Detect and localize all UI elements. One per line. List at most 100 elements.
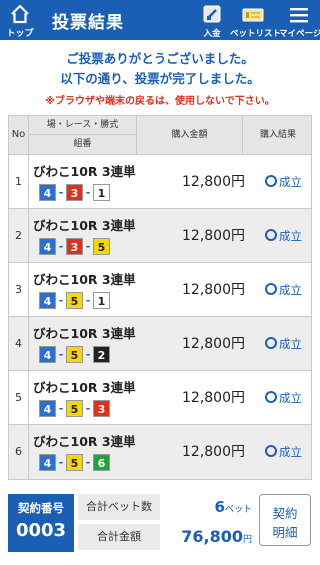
purchase-amount: 12,800円 [182,336,245,352]
header-no: No [9,116,29,154]
purchase-amount: 12,800円 [182,174,245,190]
result-text: 成立 [279,391,302,405]
table-row: 5 びわこ10R 3連単 4-5-3 12,800円 成立 [9,371,311,425]
boat-number-2: 5 [66,400,83,417]
bet-count-label: 合計ベット数 [78,494,160,520]
summary-totals: 合計ベット数 6ベット 合計金額 76,800円 [78,494,254,552]
deposit-icon [203,5,221,23]
boat-number-2: 5 [66,346,83,363]
race-label: びわこ10R 3連単 [33,164,136,179]
betlist-icon [242,8,264,22]
boat-number-1: 4 [39,454,56,471]
purchase-result: 成立 [265,317,302,371]
race-label: びわこ10R 3連単 [33,218,136,233]
row-number: 4 [9,317,29,371]
header-race: 場・レース・勝式 [29,116,136,135]
success-circle-icon [265,337,277,349]
warning-message: ※ブラウザや端末の戻るは、使用しないで下さい。 [45,96,275,107]
top-label: トップ [6,29,34,39]
home-icon [11,4,29,24]
row-number: 2 [9,209,29,263]
header-combo: 組番 [73,139,92,149]
purchase-amount: 12,800円 [182,444,245,460]
mypage-button[interactable]: マイページ [279,2,320,39]
success-circle-icon [265,175,277,187]
table-row: 2 びわこ10R 3連単 4-3-5 12,800円 成立 [9,209,311,263]
combo-separator: - [58,456,64,469]
combo-separator: - [58,348,64,361]
combo-separator: - [85,294,91,307]
purchase-amount: 12,800円 [182,228,245,244]
boat-number-2: 5 [66,292,83,309]
app-header: トップ 投票結果 入金 ベットリスト マイページ [0,0,320,40]
combo-separator: - [85,456,91,469]
complete-message: 以下の通り、投票が完了しました。 [60,71,260,86]
combo-separator: - [85,402,91,415]
purchase-result: 成立 [265,263,302,317]
boat-number-1: 4 [39,292,56,309]
result-text: 成立 [279,175,302,189]
mypage-label: マイページ [279,29,320,39]
row-number: 3 [9,263,29,317]
boat-number-3: 6 [93,454,110,471]
total-amount-value: 76,800円 [160,524,254,550]
boat-number-1: 4 [39,400,56,417]
top-button[interactable]: トップ [2,2,38,39]
bet-unit: ベット [224,505,252,515]
total-amount-label: 合計金額 [78,524,160,550]
contract-detail-button[interactable]: 契約 明細 [259,494,311,546]
purchase-result: 成立 [265,371,302,425]
bet-result-table: No 場・レース・勝式 組番 購入金額 購入結果 1 びわこ10R 3連単 4-3-… [8,115,312,480]
page-title: 投票結果 [52,13,124,33]
result-text: 成立 [279,337,302,351]
header-amount: 購入金額 [137,116,243,154]
result-text: 成立 [279,229,302,243]
contract-label: 契約番号 [18,501,64,515]
success-circle-icon [265,445,277,457]
boat-number-3: 5 [93,238,110,255]
bet-count-value: 6ベット [160,494,254,520]
race-label: びわこ10R 3連単 [33,272,136,287]
combo-separator: - [58,240,64,253]
result-text: 成立 [279,445,302,459]
contract-detail-label-1: 契約 [272,506,298,521]
success-circle-icon [265,391,277,403]
boat-number-1: 4 [39,346,56,363]
table-row: 6 びわこ10R 3連単 4-5-6 12,800円 成立 [9,425,311,479]
combo-separator: - [58,402,64,415]
total-unit: 円 [242,535,252,545]
bet-count: 6 [214,498,225,516]
combo-separator: - [58,294,64,307]
row-number: 5 [9,371,29,425]
combo-separator: - [58,186,64,199]
boat-number-2: 3 [66,238,83,255]
deposit-label: 入金 [203,29,221,39]
table-row: 3 びわこ10R 3連単 4-5-1 12,800円 成立 [9,263,311,317]
result-text: 成立 [279,283,302,297]
success-circle-icon [265,229,277,241]
purchase-amount: 12,800円 [182,282,245,298]
contract-number: 0003 [15,520,67,541]
combo-separator: - [85,186,91,199]
table-body: 1 びわこ10R 3連単 4-3-1 12,800円 成立 2 びわこ10R 3連単 4-3-… [9,155,311,479]
boat-number-3: 2 [93,346,110,363]
boat-number-1: 4 [39,238,56,255]
betlist-button[interactable]: ベットリスト [230,2,282,39]
boat-number-1: 4 [39,184,56,201]
boat-number-3: 3 [93,400,110,417]
contract-detail-label-2: 明細 [272,525,298,540]
deposit-button[interactable]: 入金 [196,2,228,39]
boat-number-2: 3 [66,184,83,201]
contract-number-box: 契約番号 0003 [8,494,74,552]
header-race-group: 場・レース・勝式 組番 [29,116,137,154]
summary-footer: 契約番号 0003 合計ベット数 6ベット 合計金額 76,800円 契約 明細 [8,494,312,552]
thanks-message: ご投票ありがとうございました。 [66,51,254,66]
betlist-label: ベットリスト [230,29,282,39]
success-circle-icon [265,283,277,295]
menu-icon [290,8,308,23]
boat-number-3: 1 [93,184,110,201]
header-result: 購入結果 [259,130,296,140]
purchase-result: 成立 [265,425,302,479]
boat-number-2: 5 [66,454,83,471]
race-label: びわこ10R 3連単 [33,326,136,341]
